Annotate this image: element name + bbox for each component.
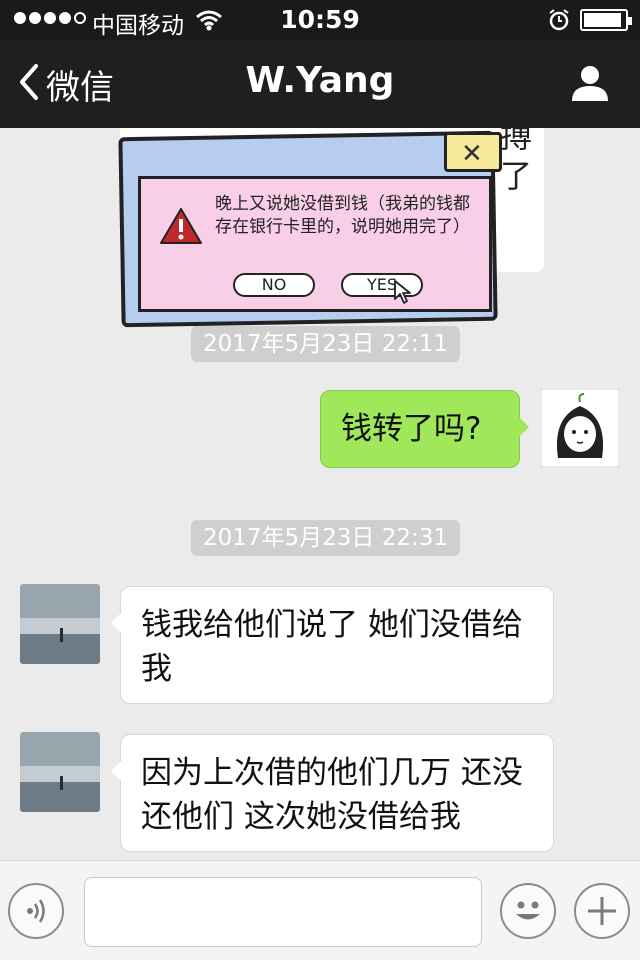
message-timestamp: 2017年5月23日 22:11 xyxy=(191,326,461,362)
dialog-message: 晚上又说她没借到钱（我弟的钱都存在银行卡里的，说明她用完了） xyxy=(215,194,470,237)
warning-icon xyxy=(159,207,203,249)
dialog-no-button: NO xyxy=(233,273,315,297)
voice-input-button[interactable] xyxy=(8,883,64,939)
navigation-bar: 微信 W.Yang xyxy=(0,40,640,128)
incoming-message-bubble[interactable]: 因为上次借的他们几万 还没还他们 这次她没借给我 xyxy=(111,734,554,852)
person-icon xyxy=(572,66,608,101)
message-text: 因为上次借的他们几万 还没还他们 这次她没借给我 xyxy=(141,755,523,835)
battery-level-fill xyxy=(584,13,621,27)
dialog-panel: 晚上又说她没借到钱（我弟的钱都存在银行卡里的，说明她用完了） NO YES xyxy=(138,176,492,312)
message-timestamp: 2017年5月23日 22:31 xyxy=(191,520,461,556)
message-text-input[interactable] xyxy=(84,877,482,947)
alarm-icon xyxy=(548,9,570,35)
message-input-bar xyxy=(0,860,640,960)
clock-time: 10:59 xyxy=(280,5,360,34)
status-bar: 中国移动 10:59 xyxy=(0,0,640,40)
outgoing-message-bubble[interactable]: 钱转了吗? xyxy=(320,390,529,468)
cursor-icon xyxy=(393,279,415,309)
more-options-button[interactable] xyxy=(574,883,630,939)
contact-avatar[interactable] xyxy=(20,584,100,664)
chat-title: W.Yang xyxy=(245,60,395,101)
dialog-close-button: ✕ xyxy=(444,132,502,172)
incoming-message-bubble[interactable]: 钱我给他们说了 她们没借给我 xyxy=(111,586,554,704)
message-text: 钱转了吗? xyxy=(341,411,482,447)
voice-icon xyxy=(27,899,45,923)
plus-icon xyxy=(588,897,616,925)
smiley-icon xyxy=(516,901,540,920)
close-icon: ✕ xyxy=(461,139,483,169)
emoji-button[interactable] xyxy=(500,883,556,939)
my-avatar[interactable] xyxy=(540,388,620,468)
contact-avatar[interactable] xyxy=(20,732,100,812)
battery-icon xyxy=(580,9,632,31)
contact-profile-button[interactable] xyxy=(570,64,610,106)
message-text: 钱我给他们说了 她们没借给我 xyxy=(141,607,523,687)
meme-warning-dialog-image: ✕ 晚上又说她没借到钱（我弟的钱都存在银行卡里的，说明她用完了） NO YES xyxy=(118,130,506,330)
